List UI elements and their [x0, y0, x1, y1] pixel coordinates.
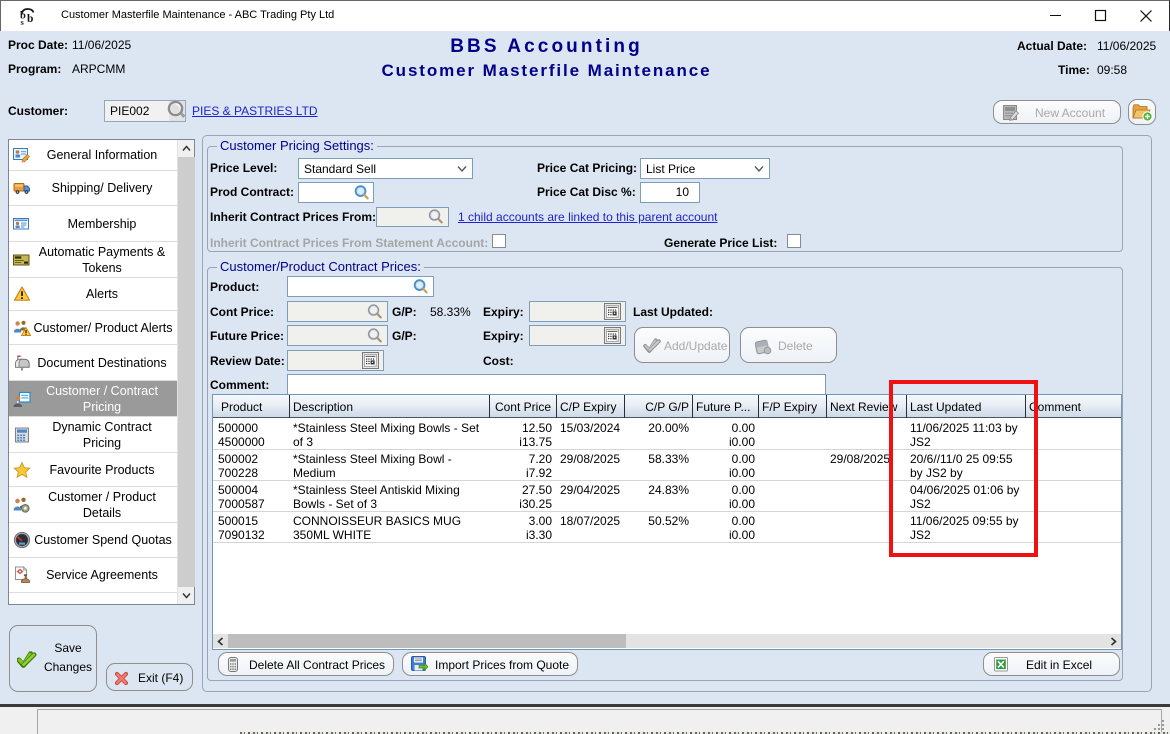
svg-text:b: b [27, 13, 33, 25]
